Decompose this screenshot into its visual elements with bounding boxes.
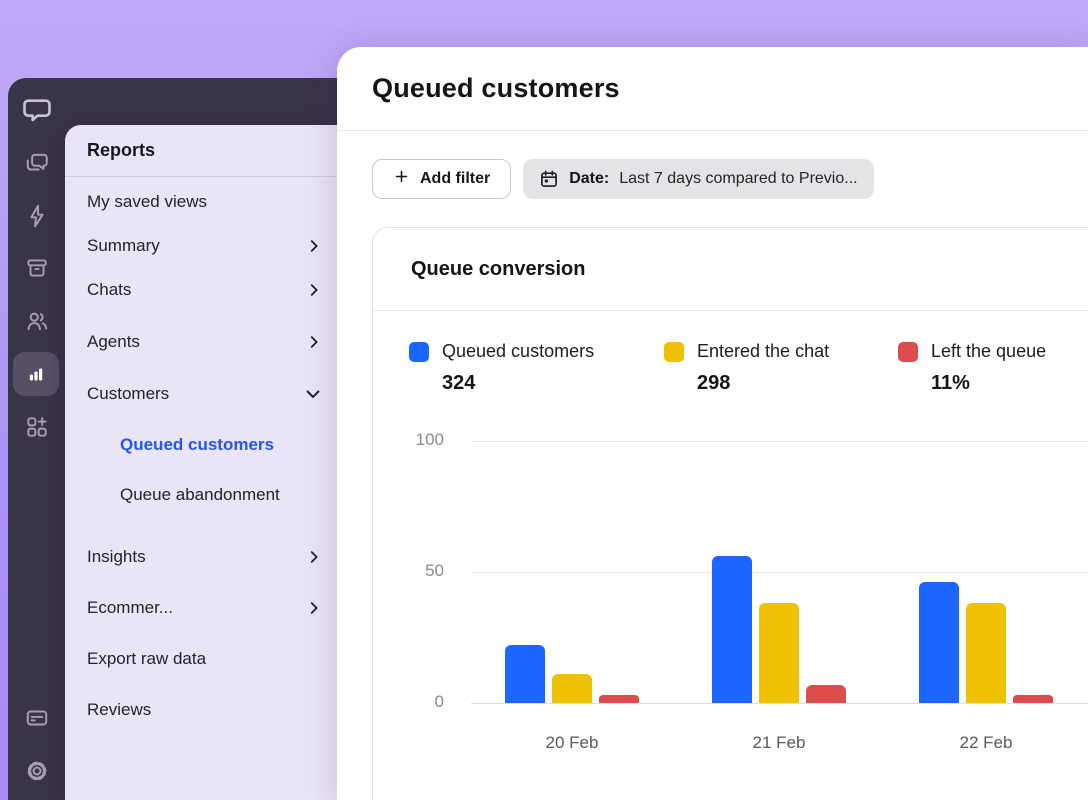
nav-item-chats[interactable]: Chats bbox=[65, 268, 337, 312]
chevron-right-icon bbox=[305, 548, 323, 566]
legend-label: Left the queue bbox=[931, 341, 1046, 362]
legend-swatch bbox=[409, 342, 429, 362]
chevron-right-icon bbox=[305, 599, 323, 617]
rail-item-settings[interactable] bbox=[8, 758, 65, 784]
nav-item-insights[interactable]: Insights bbox=[65, 531, 337, 582]
legend-value: 11% bbox=[931, 372, 1046, 395]
nav-item-label: My saved views bbox=[87, 192, 207, 212]
date-filter-value: Last 7 days compared to Previo... bbox=[619, 170, 857, 188]
rail-item-livechat-logo[interactable] bbox=[8, 92, 65, 128]
plus-icon bbox=[393, 168, 410, 190]
nav-item-label: Summary bbox=[87, 236, 160, 256]
app-sidebar-rail bbox=[8, 78, 65, 800]
chevron-down-icon bbox=[303, 384, 323, 404]
chart-legend: Queued customers324Entered the chat298Le… bbox=[373, 311, 1088, 395]
nav-item-label: Customers bbox=[87, 384, 169, 404]
x-axis-label-22-feb: 22 Feb bbox=[946, 733, 1026, 753]
legend-swatch bbox=[664, 342, 684, 362]
y-axis-tick-50: 50 bbox=[373, 561, 444, 581]
date-filter-label: Date: bbox=[569, 170, 609, 188]
nav-item-summary[interactable]: Summary bbox=[65, 224, 337, 268]
legend-item-queued-customers[interactable]: Queued customers 324 bbox=[409, 341, 664, 395]
reports-nav-list: My saved views Summary Chats Agents Customer… bbox=[65, 177, 337, 735]
page-title: Queued customers bbox=[372, 73, 620, 104]
card-header: Queue conversion bbox=[373, 228, 1088, 311]
nav-item-label: Export raw data bbox=[87, 649, 206, 669]
gridline-50 bbox=[471, 572, 1088, 573]
bar-21-feb-left-the-queue[interactable] bbox=[806, 685, 846, 703]
bar-chart: 100 50 0 20 Feb 21 Feb 22 Feb bbox=[373, 425, 1088, 755]
bar-21-feb-entered-the-chat[interactable] bbox=[759, 603, 799, 703]
bar-20-feb-entered-the-chat[interactable] bbox=[552, 674, 592, 703]
chevron-right-icon bbox=[305, 333, 323, 351]
automation-icon bbox=[24, 203, 50, 229]
legend-item-left-the-queue[interactable]: Left the queue 11% bbox=[898, 341, 1046, 395]
gridline-0 bbox=[471, 703, 1088, 704]
y-axis-tick-100: 100 bbox=[373, 430, 444, 450]
archives-icon bbox=[24, 255, 50, 281]
nav-item-label: Insights bbox=[87, 547, 146, 567]
chevron-right-icon bbox=[305, 281, 323, 299]
legend-label: Entered the chat bbox=[697, 341, 829, 362]
bar-20-feb-queued-customers[interactable] bbox=[505, 645, 545, 703]
billing-icon bbox=[24, 705, 50, 731]
rail-item-archives[interactable] bbox=[8, 255, 65, 281]
rail-item-automation[interactable] bbox=[8, 203, 65, 229]
nav-item-customers[interactable]: Customers bbox=[65, 368, 337, 420]
legend-item-entered-the-chat[interactable]: Entered the chat 298 bbox=[664, 341, 898, 395]
nav-item-label: Chats bbox=[87, 280, 131, 300]
app-window: Reports My saved views Summary Chats Agents… bbox=[0, 0, 1088, 800]
card-title: Queue conversion bbox=[411, 258, 586, 281]
add-filter-button[interactable]: Add filter bbox=[372, 159, 511, 199]
rail-item-reports[interactable] bbox=[13, 352, 59, 396]
livechat-logo-icon bbox=[22, 95, 52, 125]
date-filter-chip[interactable]: Date: Last 7 days compared to Previo... bbox=[523, 159, 873, 199]
reports-sidebar: Reports My saved views Summary Chats Agents… bbox=[65, 125, 337, 800]
bar-22-feb-entered-the-chat[interactable] bbox=[966, 603, 1006, 703]
settings-icon bbox=[24, 758, 50, 784]
rail-item-apps[interactable] bbox=[8, 414, 65, 440]
chevron-right-icon bbox=[305, 237, 323, 255]
rail-item-chats[interactable] bbox=[8, 150, 65, 176]
filter-row: Add filter Date: Last 7 days compared to… bbox=[372, 159, 1088, 199]
page-header: Queued customers bbox=[337, 47, 1088, 131]
reports-sidebar-title: Reports bbox=[65, 125, 337, 177]
legend-value: 324 bbox=[442, 372, 664, 395]
nav-item-label: Reviews bbox=[87, 700, 151, 720]
gridline-100 bbox=[471, 441, 1088, 442]
legend-value: 298 bbox=[697, 372, 898, 395]
nav-item-queued-customers[interactable]: Queued customers bbox=[65, 420, 337, 470]
rail-item-customers[interactable] bbox=[8, 308, 65, 334]
nav-item-queue-abandonment[interactable]: Queue abandonment bbox=[65, 470, 337, 520]
x-axis-label-20-feb: 20 Feb bbox=[532, 733, 612, 753]
main-panel: Queued customers Add filter Date: L bbox=[337, 47, 1088, 800]
nav-item-export-raw-data[interactable]: Export raw data bbox=[65, 633, 337, 684]
nav-item-label: Queue abandonment bbox=[120, 485, 280, 505]
bar-20-feb-left-the-queue[interactable] bbox=[599, 695, 639, 703]
nav-item-reviews[interactable]: Reviews bbox=[65, 684, 337, 735]
bar-22-feb-queued-customers[interactable] bbox=[919, 582, 959, 703]
legend-label: Queued customers bbox=[442, 341, 594, 362]
legend-swatch bbox=[898, 342, 918, 362]
customers-icon bbox=[24, 308, 50, 334]
nav-item-label: Queued customers bbox=[120, 435, 274, 455]
calendar-icon bbox=[539, 169, 559, 189]
nav-item-agents[interactable]: Agents bbox=[65, 316, 337, 368]
queue-conversion-card: Queue conversion Queued customers324Ente… bbox=[372, 227, 1088, 800]
x-axis-label-21-feb: 21 Feb bbox=[739, 733, 819, 753]
nav-item-my-saved-views[interactable]: My saved views bbox=[65, 180, 337, 224]
bar-21-feb-queued-customers[interactable] bbox=[712, 556, 752, 703]
nav-item-label: Ecommer... bbox=[87, 598, 173, 618]
reports-icon bbox=[24, 362, 48, 386]
add-filter-label: Add filter bbox=[420, 170, 490, 188]
bar-22-feb-left-the-queue[interactable] bbox=[1013, 695, 1053, 703]
nav-item-label: Agents bbox=[87, 332, 140, 352]
nav-item-ecommer[interactable]: Ecommer... bbox=[65, 582, 337, 633]
apps-icon bbox=[24, 414, 50, 440]
y-axis-tick-0: 0 bbox=[373, 692, 444, 712]
chats-icon bbox=[24, 150, 50, 176]
rail-item-billing[interactable] bbox=[8, 705, 65, 731]
